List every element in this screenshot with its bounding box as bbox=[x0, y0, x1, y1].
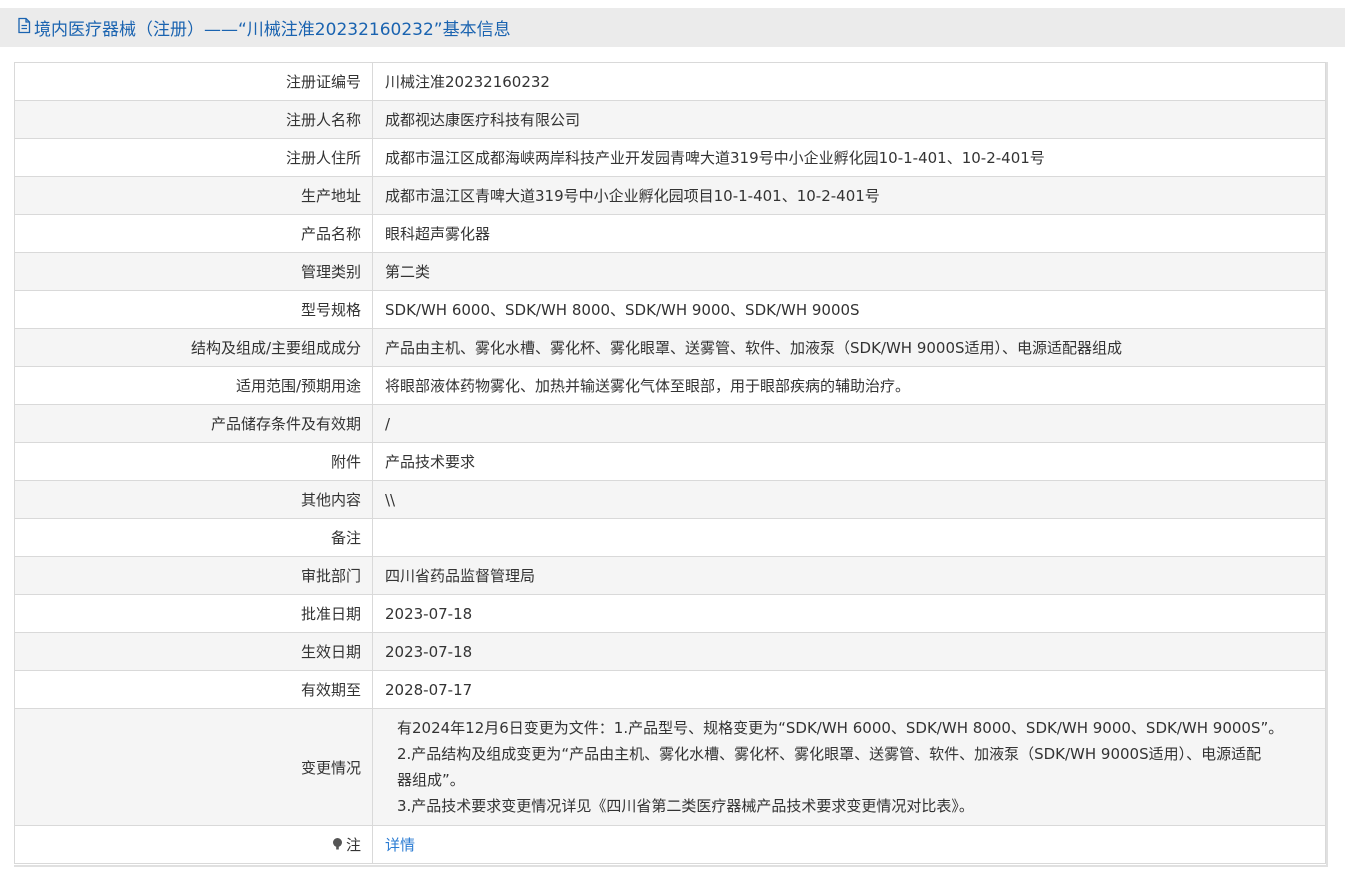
row-value: 川械注准20232160232 bbox=[372, 62, 1326, 101]
table-row: 其他内容 \\ bbox=[14, 480, 1326, 519]
table-row: 产品名称 眼科超声雾化器 bbox=[14, 214, 1326, 253]
row-value: 第二类 bbox=[372, 252, 1326, 291]
table-row: 审批部门 四川省药品监督管理局 bbox=[14, 556, 1326, 595]
row-value: SDK/WH 6000、SDK/WH 8000、SDK/WH 9000、SDK/… bbox=[372, 290, 1326, 329]
note-label-cell: 注 bbox=[14, 825, 373, 864]
info-table: 注册证编号 川械注准20232160232 注册人名称 成都视达康医疗科技有限公司 … bbox=[14, 62, 1326, 864]
page-title: 境内医疗器械（注册）——“川械注准20232160232”基本信息 bbox=[16, 15, 511, 40]
table-row: 附件 产品技术要求 bbox=[14, 442, 1326, 481]
row-label: 结构及组成/主要组成成分 bbox=[14, 328, 373, 367]
note-value: 详情 bbox=[372, 825, 1326, 864]
row-value: 2028-07-17 bbox=[372, 670, 1326, 709]
row-value: 眼科超声雾化器 bbox=[372, 214, 1326, 253]
change-value: 有2024年12月6日变更为文件：1.产品型号、规格变更为“SDK/WH 600… bbox=[372, 708, 1326, 826]
row-value: 产品由主机、雾化水槽、雾化杯、雾化眼罩、送雾管、软件、加液泵（SDK/WH 90… bbox=[372, 328, 1326, 367]
change-label: 变更情况 bbox=[14, 708, 373, 826]
row-value: 成都视达康医疗科技有限公司 bbox=[372, 100, 1326, 139]
row-label: 备注 bbox=[14, 518, 373, 557]
row-value: 成都市温江区青啤大道319号中小企业孵化园项目10-1-401、10-2-401… bbox=[372, 176, 1326, 215]
change-line: 2.产品结构及组成变更为“产品由主机、雾化水槽、雾化杯、雾化眼罩、送雾管、软件、… bbox=[397, 745, 1262, 763]
details-link[interactable]: 详情 bbox=[385, 836, 415, 854]
table-row: 适用范围/预期用途 将眼部液体药物雾化、加热并输送雾化气体至眼部，用于眼部疾病的辅… bbox=[14, 366, 1326, 405]
note-icon bbox=[331, 837, 344, 855]
row-label: 管理类别 bbox=[14, 252, 373, 291]
row-value: 产品技术要求 bbox=[372, 442, 1326, 481]
row-label: 产品名称 bbox=[14, 214, 373, 253]
table-row: 有效期至 2028-07-17 bbox=[14, 670, 1326, 709]
row-label: 有效期至 bbox=[14, 670, 373, 709]
change-line: 有2024年12月6日变更为文件：1.产品型号、规格变更为“SDK/WH 600… bbox=[397, 719, 1284, 737]
table-row: 管理类别 第二类 bbox=[14, 252, 1326, 291]
row-value: 四川省药品监督管理局 bbox=[372, 556, 1326, 595]
row-label: 审批部门 bbox=[14, 556, 373, 595]
change-line: 3.产品技术要求变更情况详见《四川省第二类医疗器械产品技术要求变更情况对比表》。 bbox=[397, 797, 974, 815]
row-label: 适用范围/预期用途 bbox=[14, 366, 373, 405]
table-row: 注册人名称 成都视达康医疗科技有限公司 bbox=[14, 100, 1326, 139]
row-label: 注册人住所 bbox=[14, 138, 373, 177]
row-value: 将眼部液体药物雾化、加热并输送雾化气体至眼部，用于眼部疾病的辅助治疗。 bbox=[372, 366, 1326, 405]
page-header: 境内医疗器械（注册）——“川械注准20232160232”基本信息 bbox=[0, 8, 1345, 47]
change-line: 器组成”。 bbox=[397, 771, 465, 789]
row-label: 注册证编号 bbox=[14, 62, 373, 101]
row-label: 批准日期 bbox=[14, 594, 373, 633]
row-label: 附件 bbox=[14, 442, 373, 481]
row-value bbox=[372, 518, 1326, 557]
row-label: 生效日期 bbox=[14, 632, 373, 671]
table-row: 生产地址 成都市温江区青啤大道319号中小企业孵化园项目10-1-401、10-2… bbox=[14, 176, 1326, 215]
row-label: 生产地址 bbox=[14, 176, 373, 215]
row-value: 2023-07-18 bbox=[372, 594, 1326, 633]
row-value: 成都市温江区成都海峡两岸科技产业开发园青啤大道319号中小企业孵化园10-1-4… bbox=[372, 138, 1326, 177]
table-row: 型号规格 SDK/WH 6000、SDK/WH 8000、SDK/WH 9000、… bbox=[14, 290, 1326, 329]
page-title-text: 境内医疗器械（注册）——“川械注准20232160232”基本信息 bbox=[34, 20, 511, 40]
row-label: 产品储存条件及有效期 bbox=[14, 404, 373, 443]
table-row: 注册证编号 川械注准20232160232 bbox=[14, 62, 1326, 101]
table-row: 批准日期 2023-07-18 bbox=[14, 594, 1326, 633]
row-label: 型号规格 bbox=[14, 290, 373, 329]
row-value: / bbox=[372, 404, 1326, 443]
note-row: 注 详情 bbox=[14, 825, 1326, 864]
row-label: 其他内容 bbox=[14, 480, 373, 519]
note-label: 注 bbox=[345, 836, 361, 854]
change-row: 变更情况 有2024年12月6日变更为文件：1.产品型号、规格变更为“SDK/W… bbox=[14, 708, 1326, 826]
document-icon bbox=[16, 17, 32, 39]
table-row: 备注 bbox=[14, 518, 1326, 557]
row-value: \\ bbox=[372, 480, 1326, 519]
table-row: 生效日期 2023-07-18 bbox=[14, 632, 1326, 671]
info-panel: 注册证编号 川械注准20232160232 注册人名称 成都视达康医疗科技有限公司 … bbox=[14, 62, 1328, 867]
table-row: 产品储存条件及有效期 / bbox=[14, 404, 1326, 443]
table-row: 结构及组成/主要组成成分 产品由主机、雾化水槽、雾化杯、雾化眼罩、送雾管、软件、加… bbox=[14, 328, 1326, 367]
row-value: 2023-07-18 bbox=[372, 632, 1326, 671]
change-text: 有2024年12月6日变更为文件：1.产品型号、规格变更为“SDK/WH 600… bbox=[385, 715, 1325, 819]
row-label: 注册人名称 bbox=[14, 100, 373, 139]
table-row: 注册人住所 成都市温江区成都海峡两岸科技产业开发园青啤大道319号中小企业孵化园1… bbox=[14, 138, 1326, 177]
